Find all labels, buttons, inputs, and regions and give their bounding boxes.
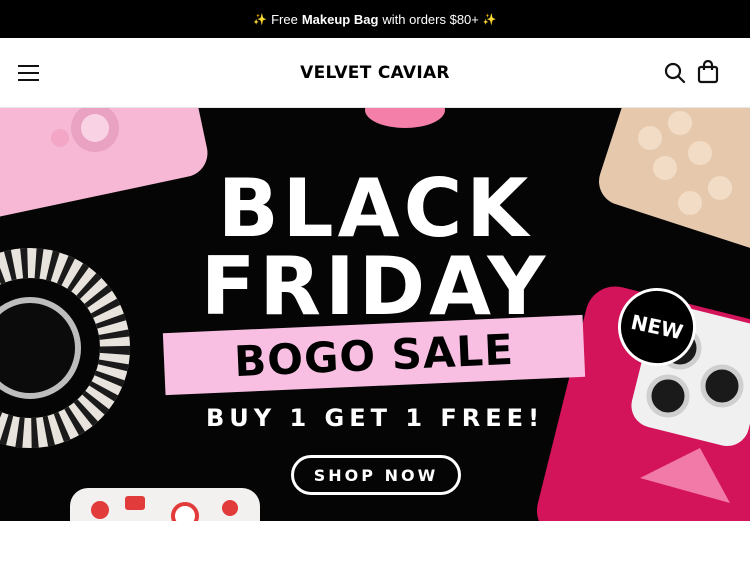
announcement-bar: ✨ Free Makeup Bag with orders $80+ ✨	[0, 0, 750, 38]
candy-cane-case-image	[70, 488, 260, 521]
menu-button[interactable]	[18, 63, 40, 83]
cart-button[interactable]	[697, 59, 719, 84]
site-header: VELVET CAVIAR	[0, 38, 750, 108]
announcement-prefix: Free	[271, 11, 298, 27]
hamburger-menu-icon	[18, 65, 39, 81]
brand-logo[interactable]: VELVET CAVIAR	[300, 63, 450, 83]
hero-banner[interactable]: BLACK FRIDAY BOGO SALE BUY 1 GET 1 FREE!…	[0, 108, 750, 521]
shop-now-button[interactable]: SHOP NOW	[291, 455, 461, 495]
shopping-bag-icon	[697, 59, 719, 84]
search-button[interactable]	[664, 62, 686, 84]
hero-subheadline: BUY 1 GET 1 FREE!	[205, 404, 545, 432]
announcement-suffix: with orders $80+	[382, 11, 479, 27]
search-icon	[664, 62, 686, 84]
sparkle-icon: ✨	[482, 13, 497, 26]
sparkle-icon: ✨	[253, 13, 268, 26]
headline-line-1: BLACK	[217, 162, 533, 255]
announcement-highlight: Makeup Bag	[301, 11, 379, 27]
